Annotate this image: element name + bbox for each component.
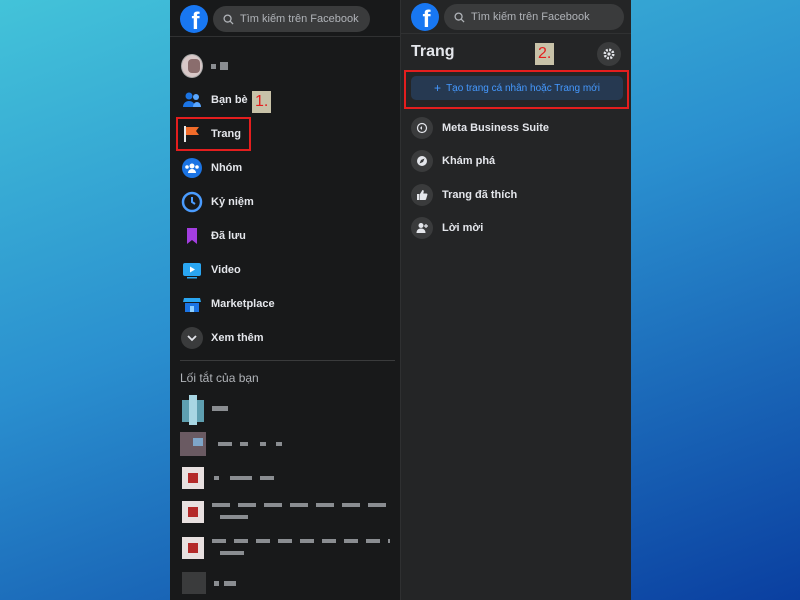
nav-label-video: Video [211, 264, 241, 276]
add-person-icon [411, 217, 433, 239]
step2-label: 2. [535, 43, 555, 65]
shortcut-thumbnail-part [188, 473, 198, 483]
topbar-divider [401, 33, 631, 34]
shortcut-item-redacted[interactable] [180, 463, 390, 493]
facebook-logo[interactable]: f [411, 3, 439, 31]
meta-business-icon [411, 117, 433, 139]
section-divider [180, 360, 395, 361]
avatar [181, 54, 203, 78]
nav-item-friends[interactable]: Bạn bè [178, 85, 392, 115]
menu-label-invites: Lời mời [442, 222, 484, 234]
compass-icon [411, 150, 433, 172]
search-input[interactable]: Tìm kiếm trên Facebook [444, 4, 624, 30]
menu-label-meta-business: Meta Business Suite [442, 122, 549, 134]
facebook-logo[interactable]: f [180, 5, 208, 33]
nav-label-groups: Nhóm [211, 162, 243, 174]
shortcut-thumbnail-part [189, 395, 197, 425]
thumbs-up-icon [411, 184, 433, 206]
menu-item-liked-pages[interactable]: Trang đã thích [411, 180, 623, 210]
video-icon [181, 259, 203, 281]
step1-label: 1. [252, 91, 272, 113]
nav-item-video[interactable]: Video [178, 255, 392, 285]
menu-label-discover: Khám phá [442, 155, 496, 167]
shortcut-item-redacted[interactable] [180, 568, 390, 598]
search-placeholder: Tìm kiếm trên Facebook [471, 11, 590, 23]
shortcut-label-redacted [230, 476, 252, 480]
shortcut-label-redacted [240, 442, 248, 446]
nav-label-saved: Đã lưu [211, 230, 246, 242]
shortcut-label-redacted [218, 442, 232, 446]
nav-item-marketplace[interactable]: Marketplace [178, 289, 392, 319]
shortcut-label-redacted [214, 476, 219, 480]
shortcut-label-redacted [260, 476, 274, 480]
clock-icon [181, 191, 203, 213]
left-navigation-panel: f Tìm kiếm trên Facebook Bạn bè Trang Nh… [170, 0, 400, 600]
search-icon [223, 13, 234, 25]
shortcut-label-redacted [276, 442, 282, 446]
nav-item-see-more[interactable]: Xem thêm [178, 323, 392, 353]
settings-button[interactable] [597, 42, 621, 66]
friends-icon [181, 89, 203, 111]
shortcut-item-redacted[interactable] [180, 497, 392, 527]
nav-item-saved[interactable]: Đã lưu [178, 221, 392, 251]
nav-label-friends: Bạn bè [211, 94, 248, 106]
step1-highlight-box [176, 117, 251, 151]
shortcut-label-redacted [214, 581, 219, 586]
shortcut-item-redacted[interactable] [180, 533, 390, 563]
menu-item-meta-business[interactable]: Meta Business Suite [411, 113, 623, 143]
shop-icon [181, 293, 203, 315]
shortcut-label-redacted [212, 539, 390, 543]
shortcut-thumbnail-part [188, 507, 198, 517]
nav-item-groups[interactable]: Nhóm [178, 153, 392, 183]
shortcut-label-redacted [220, 551, 244, 555]
step2-highlight-box [404, 70, 629, 109]
nav-label-see-more: Xem thêm [211, 332, 264, 344]
shortcuts-title: Lối tắt của bạn [180, 371, 259, 385]
menu-item-invites[interactable]: Lời mời [411, 213, 623, 243]
shortcut-label-redacted [220, 515, 248, 519]
shortcut-thumbnail [182, 572, 206, 594]
menu-label-liked-pages: Trang đã thích [442, 189, 518, 201]
nav-label-memories: Kỷ niệm [211, 196, 254, 208]
shortcut-thumbnail-part [188, 543, 198, 553]
profile-name-redacted [211, 60, 232, 72]
groups-icon [181, 157, 203, 179]
chevron-down-icon [181, 327, 203, 349]
search-icon [454, 11, 465, 23]
gear-icon [603, 48, 615, 60]
shortcut-label-redacted [212, 406, 228, 411]
bookmark-icon [181, 225, 203, 247]
search-placeholder: Tìm kiếm trên Facebook [240, 13, 359, 25]
topbar-divider [170, 36, 400, 37]
nav-item-memories[interactable]: Kỷ niệm [178, 187, 392, 217]
shortcut-label-redacted [260, 442, 266, 446]
page-title: Trang [411, 43, 455, 60]
nav-label-marketplace: Marketplace [211, 298, 275, 310]
shortcut-item-redacted[interactable] [180, 395, 390, 425]
shortcut-label-redacted [224, 581, 236, 586]
nav-item-profile[interactable] [178, 51, 392, 81]
search-input[interactable]: Tìm kiếm trên Facebook [213, 6, 370, 32]
menu-item-discover[interactable]: Khám phá [411, 146, 623, 176]
shortcut-item-redacted[interactable] [180, 430, 390, 460]
shortcut-thumbnail-part [193, 438, 203, 446]
shortcut-label-redacted [212, 503, 392, 507]
